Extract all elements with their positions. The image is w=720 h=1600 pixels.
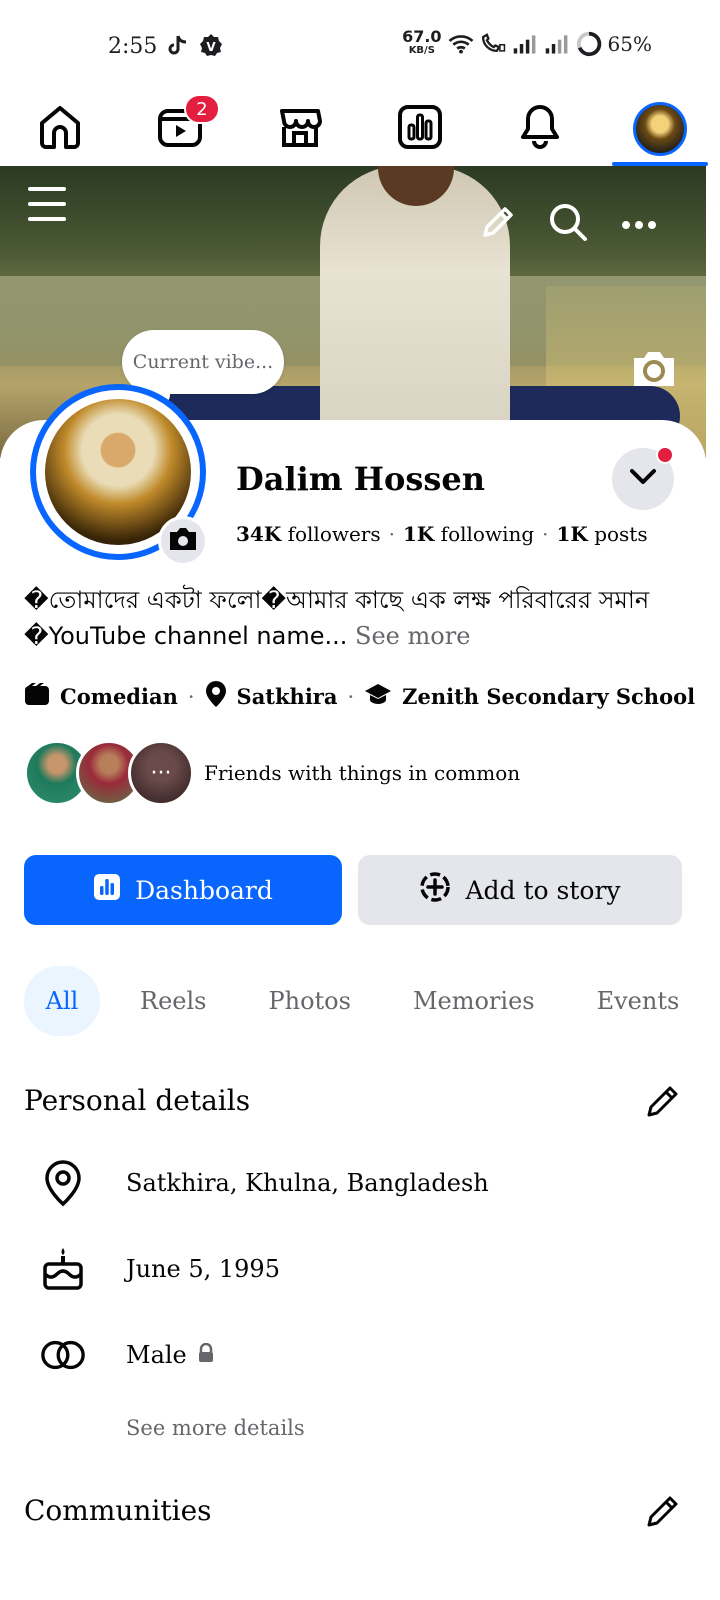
bell-icon <box>516 103 564 155</box>
detail-gender-row: Male <box>40 1332 215 1378</box>
status-time: 2:55 <box>108 34 158 59</box>
intro-separator: · <box>187 684 195 709</box>
filter-all[interactable]: All <box>24 966 100 1036</box>
profile-name: Dalim Hossen <box>236 460 486 498</box>
lock-icon <box>197 1341 215 1369</box>
location-pin-icon <box>205 680 227 713</box>
current-vibe-bubble[interactable]: Current vibe... <box>122 330 284 404</box>
home-icon <box>36 103 84 155</box>
battery-icon <box>576 31 602 57</box>
cover-camera-button[interactable] <box>628 348 680 394</box>
filter-reels[interactable]: Reels <box>118 966 228 1036</box>
detail-birthday-row: June 5, 1995 <box>40 1246 280 1292</box>
intro-category[interactable]: Comedian <box>24 682 178 711</box>
marketplace-icon <box>276 103 324 155</box>
communities-title: Communities <box>24 1494 212 1527</box>
intro-line: Comedian · Satkhira · Zenith Secondary S… <box>24 680 695 713</box>
clapperboard-icon <box>24 682 50 711</box>
edit-cover-button[interactable] <box>476 202 520 246</box>
wifi-icon <box>448 31 474 57</box>
intro-separator: · <box>347 684 355 709</box>
bio-text: �তোমাদের একটা ফলো�আমার কাছে এক লক্ষ পরিব… <box>24 586 650 650</box>
content-filter-tabs: All Reels Photos Memories Events <box>24 966 719 1036</box>
followers-stat[interactable]: 34K followers <box>236 522 381 546</box>
vpn-badge-icon: V <box>198 33 224 59</box>
tiktok-icon <box>164 33 190 59</box>
see-more-link[interactable]: See more <box>355 622 470 650</box>
more-icon <box>621 215 657 234</box>
detail-location: Satkhira, Khulna, Bangladesh <box>126 1169 489 1197</box>
status-right: 67.0 KB/S 65% <box>402 27 652 58</box>
intro-location[interactable]: Satkhira <box>205 680 337 713</box>
tab-home[interactable] <box>0 92 120 166</box>
profile-bio: �তোমাদের একটা ফলো�আমার কাছে এক লক্ষ পরিব… <box>24 582 684 654</box>
pencil-icon <box>644 1492 682 1534</box>
pencil-icon <box>479 203 517 245</box>
dashboard-label: Dashboard <box>135 875 273 905</box>
signal-icon-1 <box>512 31 538 57</box>
mutual-friends-row[interactable]: ··· Friends with things in common <box>24 740 520 806</box>
menu-button[interactable] <box>22 184 72 228</box>
top-nav: 2 <box>0 92 720 166</box>
edit-communities-button[interactable] <box>642 1492 684 1534</box>
add-story-icon <box>419 871 451 909</box>
posts-stat[interactable]: 1K posts <box>557 522 648 546</box>
search-button[interactable] <box>546 202 590 246</box>
camera-icon <box>630 348 678 394</box>
edit-personal-details-button[interactable] <box>642 1082 684 1124</box>
chevron-down-icon <box>629 468 657 490</box>
profile-actions: Dashboard Add to story <box>24 855 682 925</box>
add-to-story-button[interactable]: Add to story <box>358 855 682 925</box>
location-pin-icon <box>40 1160 86 1207</box>
svg-text:V: V <box>206 40 216 54</box>
status-bar: 2:55 V 67.0 KB/S 65% <box>0 0 720 92</box>
hamburger-icon <box>26 184 68 228</box>
notification-dot <box>656 446 674 464</box>
tab-notifications[interactable] <box>480 92 600 166</box>
graduation-cap-icon <box>364 682 392 711</box>
dashboard-icon <box>93 873 121 907</box>
signal-icon-2 <box>544 31 570 57</box>
detail-gender: Male <box>126 1341 215 1369</box>
battery-percent: 65% <box>607 32 652 56</box>
friends-text: Friends with things in common <box>204 761 521 785</box>
add-to-story-label: Add to story <box>465 875 621 905</box>
filter-events[interactable]: Events <box>575 966 702 1036</box>
dashboard-button[interactable]: Dashboard <box>24 855 342 925</box>
stat-separator: · <box>542 522 549 546</box>
dashboard-icon <box>396 103 444 155</box>
avatar-camera-button[interactable] <box>158 516 208 566</box>
tab-dashboard[interactable] <box>360 92 480 166</box>
birthday-cake-icon <box>40 1246 86 1292</box>
avatar <box>633 102 687 156</box>
status-app-icons: V <box>164 33 224 59</box>
tab-video[interactable]: 2 <box>120 92 240 166</box>
following-stat[interactable]: 1K following <box>403 522 534 546</box>
filter-memories[interactable]: Memories <box>391 966 557 1036</box>
pencil-icon <box>644 1082 682 1124</box>
friend-avatar-more: ··· <box>128 740 194 806</box>
intro-school[interactable]: Zenith Secondary School <box>364 682 695 711</box>
stat-separator: · <box>388 522 395 546</box>
personal-details-title: Personal details <box>24 1084 251 1117</box>
wifi-call-icon <box>480 31 506 57</box>
network-speed: 67.0 KB/S <box>402 27 442 57</box>
profile-stats: 34K followers · 1K following · 1K posts <box>236 522 648 546</box>
tab-profile[interactable] <box>600 92 720 166</box>
camera-icon <box>168 526 198 556</box>
filter-photos[interactable]: Photos <box>246 966 372 1036</box>
detail-location-row: Satkhira, Khulna, Bangladesh <box>40 1160 489 1207</box>
detail-birthday: June 5, 1995 <box>126 1255 280 1283</box>
video-badge: 2 <box>184 94 220 124</box>
gender-rings-icon <box>40 1332 86 1378</box>
search-icon <box>548 202 588 246</box>
more-options-button[interactable] <box>616 202 662 246</box>
see-more-details-link[interactable]: See more details <box>126 1416 305 1440</box>
tab-marketplace[interactable] <box>240 92 360 166</box>
